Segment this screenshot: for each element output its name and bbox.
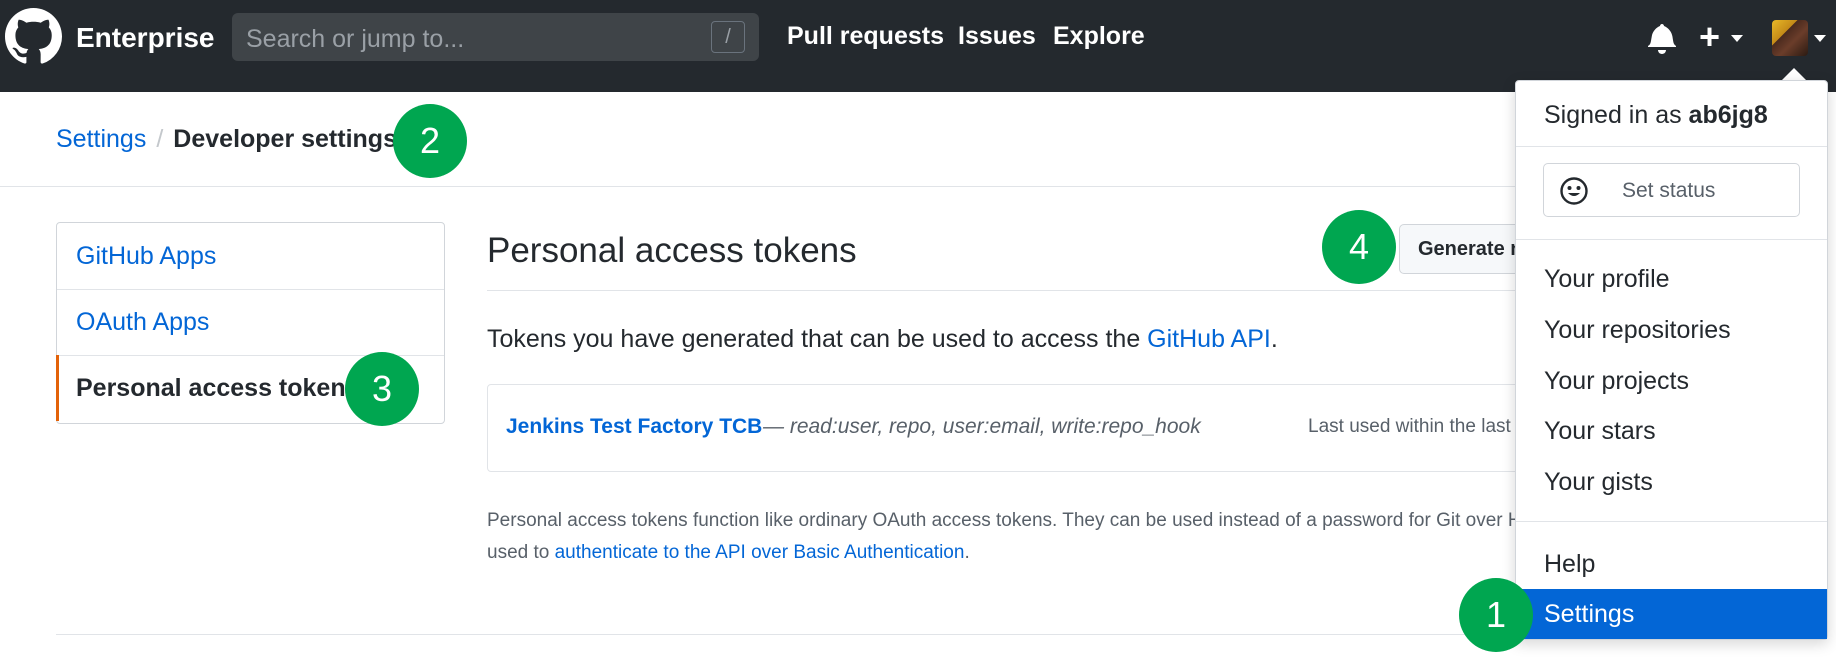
github-logo-icon[interactable] (5, 8, 62, 65)
menu-your-repositories[interactable]: Your repositories (1516, 305, 1827, 355)
brand-label[interactable]: Enterprise (76, 22, 215, 54)
menu-help[interactable]: Help (1516, 539, 1827, 589)
token-name-link[interactable]: Jenkins Test Factory TCB (506, 415, 762, 439)
page-title: Personal access tokens (487, 231, 857, 270)
basic-auth-link[interactable]: authenticate to the API over Basic Authe… (555, 542, 965, 563)
intro-text: Tokens you have generated that can be us… (487, 325, 1278, 354)
breadcrumb-separator: / (156, 125, 164, 153)
top-navbar: Enterprise Search or jump to... / Pull r… (0, 0, 1836, 92)
smiley-icon (1560, 177, 1588, 205)
note-prefix: used to (487, 542, 555, 563)
menu-your-stars[interactable]: Your stars (1516, 406, 1827, 456)
signed-in-as: Signed in as ab6jg8 (1544, 101, 1768, 130)
step-callout-4: 4 (1322, 210, 1396, 284)
dropdown-divider (1516, 521, 1827, 522)
avatar[interactable] (1772, 20, 1808, 56)
footer-divider (56, 634, 1515, 635)
signed-in-username: ab6jg8 (1688, 101, 1768, 129)
github-api-link[interactable]: GitHub API (1147, 325, 1271, 353)
breadcrumb-divider (0, 186, 1515, 187)
intro-period: . (1270, 325, 1278, 353)
step-callout-2: 2 (393, 104, 467, 178)
menu-settings[interactable]: Settings (1516, 589, 1827, 639)
create-caret-down-icon[interactable] (1731, 35, 1743, 42)
title-divider (487, 290, 1515, 291)
menu-your-profile[interactable]: Your profile (1516, 254, 1827, 304)
breadcrumb: Settings / Developer settings (56, 125, 397, 154)
step-callout-3: 3 (345, 352, 419, 426)
tokens-help-note: Personal access tokens function like ord… (487, 505, 1527, 569)
intro-body: Tokens you have generated that can be us… (487, 325, 1148, 353)
breadcrumb-settings-link[interactable]: Settings (56, 125, 146, 153)
menu-your-gists[interactable]: Your gists (1516, 457, 1827, 507)
sidebar-item-oauth-apps[interactable]: OAuth Apps (57, 289, 444, 356)
note-line-1: Personal access tokens function like ord… (487, 510, 1527, 531)
user-caret-down-icon[interactable] (1814, 35, 1826, 42)
set-status-label: Set status (1622, 179, 1716, 202)
token-scopes: — read:user, repo, user:email, write:rep… (763, 415, 1201, 438)
token-row: Jenkins Test Factory TCB — read:user, re… (487, 384, 1560, 472)
sidebar-item-github-apps[interactable]: GitHub Apps (57, 223, 444, 290)
search-shortcut-key: / (711, 21, 745, 53)
menu-your-projects[interactable]: Your projects (1516, 356, 1827, 406)
dropdown-divider (1516, 146, 1827, 147)
note-line-2: used to authenticate to the API over Bas… (487, 537, 1527, 569)
signed-in-prefix: Signed in as (1544, 101, 1689, 129)
breadcrumb-current: Developer settings (173, 125, 397, 153)
search-input[interactable]: Search or jump to... / (232, 13, 759, 61)
note-suffix: . (964, 542, 970, 563)
search-placeholder: Search or jump to... (246, 25, 465, 53)
nav-pull-requests[interactable]: Pull requests (787, 22, 944, 51)
plus-icon[interactable]: + (1699, 19, 1720, 55)
user-dropdown-menu: Signed in as ab6jg8 Set status Your prof… (1515, 80, 1828, 640)
step-callout-1: 1 (1459, 578, 1533, 652)
nav-explore[interactable]: Explore (1053, 22, 1145, 51)
set-status-button[interactable]: Set status (1543, 163, 1800, 217)
dropdown-divider (1516, 239, 1827, 240)
bell-icon[interactable] (1647, 22, 1677, 54)
nav-issues[interactable]: Issues (958, 22, 1036, 51)
